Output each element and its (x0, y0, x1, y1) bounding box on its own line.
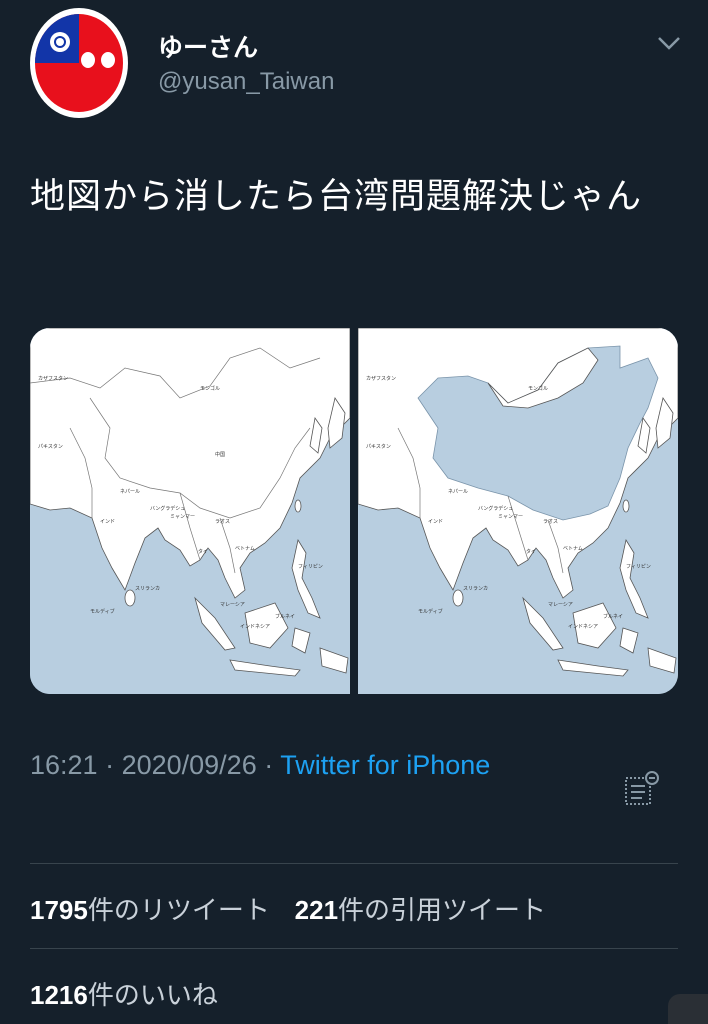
svg-text:モルディブ: モルディブ (90, 608, 115, 615)
svg-text:モルディブ: モルディブ (418, 608, 443, 615)
svg-text:スリランカ: スリランカ (463, 586, 488, 592)
svg-text:ベトナム: ベトナム (563, 546, 583, 552)
svg-text:インド: インド (428, 519, 443, 525)
svg-text:インド: インド (100, 519, 115, 525)
svg-text:ミャンマー: ミャンマー (170, 514, 195, 520)
display-name[interactable]: ゆーさん (158, 28, 258, 64)
user-handle[interactable]: @yusan_Taiwan (158, 68, 334, 96)
svg-text:カザフスタン: カザフスタン (38, 375, 68, 382)
corner-overlay (668, 994, 708, 1024)
divider (30, 948, 678, 949)
svg-text:マレーシア: マレーシア (548, 602, 573, 608)
svg-text:スリランカ: スリランカ (135, 586, 160, 592)
svg-text:タイ: タイ (198, 548, 208, 555)
retweet-count: 1795 (30, 895, 88, 925)
like-count: 1216 (30, 980, 88, 1010)
svg-text:ネパール: ネパール (448, 489, 468, 495)
svg-text:モンゴル: モンゴル (528, 385, 548, 392)
svg-text:ブルネイ: ブルネイ (603, 613, 623, 620)
taiwan-flag-ball-icon (35, 14, 123, 112)
tweet-time: 16:21 (30, 750, 98, 780)
svg-text:インドネシア: インドネシア (240, 624, 270, 630)
chevron-down-icon[interactable] (654, 28, 684, 58)
svg-text:タイ: タイ (526, 548, 536, 555)
svg-text:インドネシア: インドネシア (568, 624, 598, 630)
like-stats[interactable]: 1216件のいいね (30, 975, 218, 1012)
svg-text:中国: 中国 (215, 451, 225, 458)
analytics-icon[interactable] (622, 770, 662, 810)
divider (30, 863, 678, 864)
tweet-media[interactable]: カザフスタン モンゴル 中国 インド ミャンマー タイ ベトナム フィリピン イ… (30, 328, 678, 694)
svg-text:ラオス: ラオス (215, 519, 230, 525)
avatar[interactable] (30, 8, 128, 118)
svg-text:パキスタン: パキスタン (38, 443, 63, 450)
svg-text:バングラデシュ: バングラデシュ (150, 505, 185, 512)
quote-count: 221 (294, 895, 339, 925)
svg-text:ベトナム: ベトナム (235, 546, 255, 552)
map-image-right[interactable]: カザフスタン モンゴル インド ミャンマー タイ ベトナム フィリピン インドネ… (357, 328, 678, 694)
like-label: 件のいいね (87, 981, 218, 1011)
svg-text:ミャンマー: ミャンマー (498, 514, 523, 520)
retweet-stats: 1795件のリツイート 221件の引用ツイート (30, 890, 546, 927)
tweet-text: 地図から消したら台湾問題解決じゃん (30, 177, 643, 217)
meta-separator: · (97, 750, 122, 780)
svg-text:ネパール: ネパール (120, 489, 140, 495)
tweet-source-link[interactable]: Twitter for iPhone (280, 750, 490, 780)
tweet-date: 2020/09/26 (121, 750, 257, 780)
svg-text:バングラデシュ: バングラデシュ (478, 505, 513, 512)
meta-separator: · (256, 750, 281, 780)
map-image-left[interactable]: カザフスタン モンゴル 中国 インド ミャンマー タイ ベトナム フィリピン イ… (30, 328, 351, 694)
quote-link[interactable]: 221件の引用ツイート (294, 895, 547, 926)
retweet-link[interactable]: 1795件のリツイート (30, 895, 270, 926)
svg-text:カザフスタン: カザフスタン (366, 375, 396, 382)
quote-label: 件の引用ツイート (338, 896, 547, 926)
svg-text:ブルネイ: ブルネイ (275, 613, 295, 620)
tweet-meta: 16:21 · 2020/09/26 · Twitter for iPhone (30, 737, 510, 794)
svg-text:パキスタン: パキスタン (366, 443, 391, 450)
svg-text:ラオス: ラオス (543, 519, 558, 525)
svg-text:フィリピン: フィリピン (626, 564, 651, 570)
svg-text:モンゴル: モンゴル (200, 385, 220, 392)
retweet-label: 件のリツイート (87, 896, 270, 926)
svg-text:フィリピン: フィリピン (298, 564, 323, 570)
svg-text:マレーシア: マレーシア (220, 602, 245, 608)
